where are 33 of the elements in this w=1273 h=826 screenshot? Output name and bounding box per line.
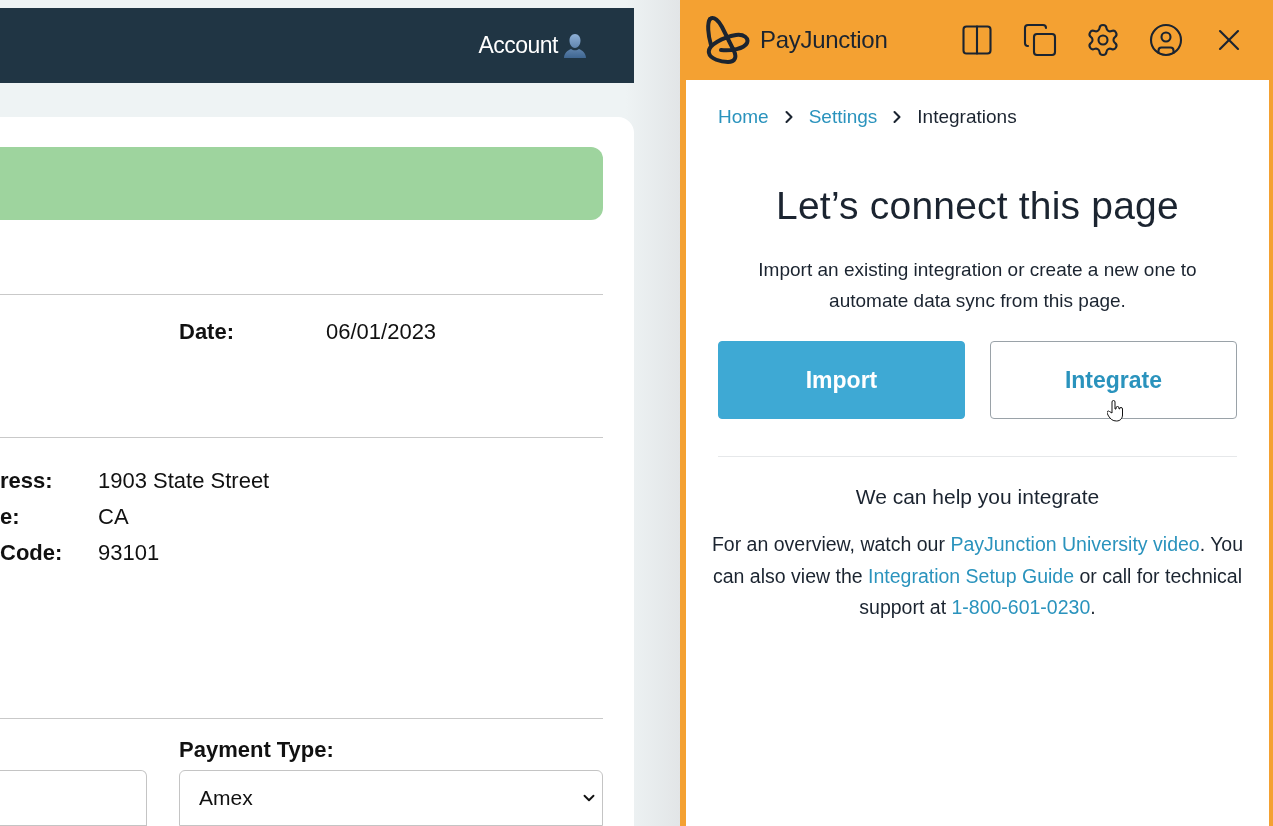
help-title: We can help you integrate: [854, 485, 1101, 509]
split-view-icon: [959, 22, 995, 58]
input-field[interactable]: [0, 770, 147, 826]
account-link[interactable]: Account: [478, 32, 588, 59]
field-label: Date:: [179, 319, 235, 346]
field-value: 1903 State Street: [98, 468, 270, 494]
field-value: 93101: [98, 540, 160, 566]
page-title: Let’s connect this page: [775, 184, 1180, 228]
field-label: Payment Type:: [179, 737, 335, 764]
field-label: Code:: [0, 540, 64, 566]
subtitle-text: Import an existing integration or create a new one to automate data sync from this page.: [757, 258, 1198, 313]
field-value: CA: [98, 504, 129, 530]
import-button[interactable]: Import: [718, 341, 965, 419]
person-icon: [562, 32, 588, 59]
help-paragraph: For an overview, watch our PayJunction University video. You can also view the Integration Setup Guide or call for technical support at 1-800-601-0230.: [710, 532, 1245, 620]
breadcrumb-current: Integrations: [917, 106, 1017, 128]
field-label: ress:: [0, 468, 54, 494]
field-label: e:: [0, 504, 21, 530]
breadcrumb-link[interactable]: Settings: [808, 106, 878, 128]
help-link[interactable]: PayJunction University: [950, 533, 1148, 555]
payment-type-select[interactable]: Amex: [179, 770, 603, 826]
help-link[interactable]: 1-800-601-0230: [951, 596, 1091, 618]
logo-icon: [704, 15, 750, 65]
pointer-cursor-icon: [1107, 400, 1125, 422]
copy-icon: [1022, 22, 1058, 58]
help-link[interactable]: Integration Setup Guide: [868, 564, 1074, 587]
integrate-button[interactable]: Integrate: [990, 341, 1237, 419]
brand-name: PayJunction: [760, 26, 888, 54]
help-link[interactable]: video: [1153, 533, 1200, 555]
user-icon: [1148, 22, 1184, 58]
field-value: 06/01/2023: [326, 319, 437, 346]
breadcrumb-link[interactable]: Home: [718, 106, 769, 128]
settings-icon: [1085, 22, 1121, 58]
